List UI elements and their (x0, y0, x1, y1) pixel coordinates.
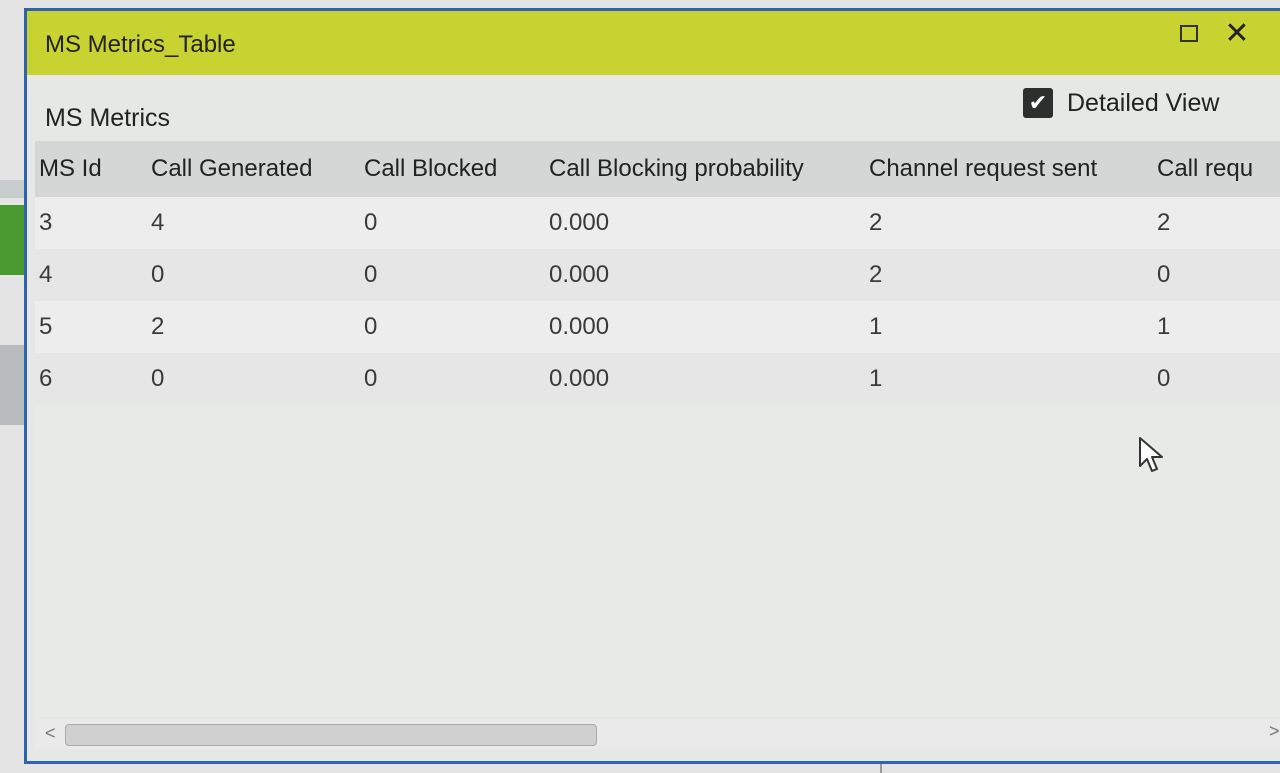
close-icon: ✕ (1224, 16, 1250, 50)
cell-channel-request-sent: 2 (865, 249, 1153, 301)
cell-channel-request-sent: 2 (865, 197, 1153, 249)
table-row[interactable]: 5 2 0 0.000 1 1 (35, 301, 1280, 353)
cell-channel-request-sent: 1 (865, 301, 1153, 353)
cell-ms-id: 4 (35, 249, 147, 301)
detailed-view-label: Detailed View (1067, 88, 1220, 117)
cell-ms-id: 3 (35, 197, 147, 249)
cell-call-generated: 0 (147, 249, 360, 301)
column-header-call-generated[interactable]: Call Generated (147, 141, 360, 197)
detailed-view-toggle[interactable]: ✔ Detailed View (1023, 88, 1219, 118)
maximize-icon (1180, 24, 1198, 42)
table-row[interactable]: 6 0 0 0.000 1 0 (35, 353, 1280, 405)
column-header-call-request[interactable]: Call requ (1153, 141, 1280, 197)
cell-call-generated: 2 (147, 301, 360, 353)
cell-ms-id: 5 (35, 301, 147, 353)
metrics-table-container: MS Id Call Generated Call Blocked Call B… (35, 141, 1280, 407)
cell-call-blocking-probability: 0.000 (545, 301, 865, 353)
cell-call-generated: 0 (147, 353, 360, 405)
horizontal-scrollbar[interactable]: < > (35, 719, 1280, 749)
table-header-row: MS Id Call Generated Call Blocked Call B… (35, 141, 1280, 197)
cell-call-request: 1 (1153, 301, 1280, 353)
cell-ms-id: 6 (35, 353, 147, 405)
cell-call-blocked: 0 (360, 249, 545, 301)
scrollbar-thumb[interactable] (65, 724, 597, 746)
section-title: MS Metrics (45, 104, 170, 132)
table-empty-area (35, 407, 1280, 717)
scroll-left-arrow-icon[interactable]: < (45, 723, 56, 744)
cell-call-blocking-probability: 0.000 (545, 249, 865, 301)
scroll-right-arrow-icon[interactable]: > (1269, 721, 1280, 742)
background-toolbar-strip (0, 180, 26, 198)
window-titlebar[interactable]: MS Metrics_Table ✕ (27, 11, 1280, 75)
column-header-ms-id[interactable]: MS Id (35, 141, 147, 197)
column-header-call-blocked[interactable]: Call Blocked (360, 141, 545, 197)
maximize-button[interactable] (1169, 15, 1209, 51)
background-gray-strip (0, 345, 26, 425)
cell-channel-request-sent: 1 (865, 353, 1153, 405)
cell-call-request: 0 (1153, 353, 1280, 405)
ms-metrics-window: MS Metrics_Table ✕ MS Metrics ✔ Detailed… (24, 8, 1280, 764)
column-header-channel-request-sent[interactable]: Channel request sent (865, 141, 1153, 197)
cell-call-blocking-probability: 0.000 (545, 353, 865, 405)
mouse-pointer-icon (1139, 437, 1163, 472)
cell-call-generated: 4 (147, 197, 360, 249)
checkmark-icon: ✔ (1028, 90, 1048, 115)
column-header-call-blocking-probability[interactable]: Call Blocking probability (545, 141, 865, 197)
window-title: MS Metrics_Table (45, 31, 236, 58)
cell-call-blocked: 0 (360, 353, 545, 405)
detailed-view-checkbox[interactable]: ✔ (1023, 88, 1053, 118)
cell-call-blocked: 0 (360, 301, 545, 353)
cell-call-request: 0 (1153, 249, 1280, 301)
cell-call-blocking-probability: 0.000 (545, 197, 865, 249)
cell-call-request: 2 (1153, 197, 1280, 249)
cell-call-blocked: 0 (360, 197, 545, 249)
table-row[interactable]: 3 4 0 0.000 2 2 (35, 197, 1280, 249)
table-row[interactable]: 4 0 0 0.000 2 0 (35, 249, 1280, 301)
background-green-strip (0, 205, 26, 275)
metrics-table: MS Id Call Generated Call Blocked Call B… (35, 141, 1280, 405)
close-button[interactable]: ✕ (1217, 15, 1257, 51)
